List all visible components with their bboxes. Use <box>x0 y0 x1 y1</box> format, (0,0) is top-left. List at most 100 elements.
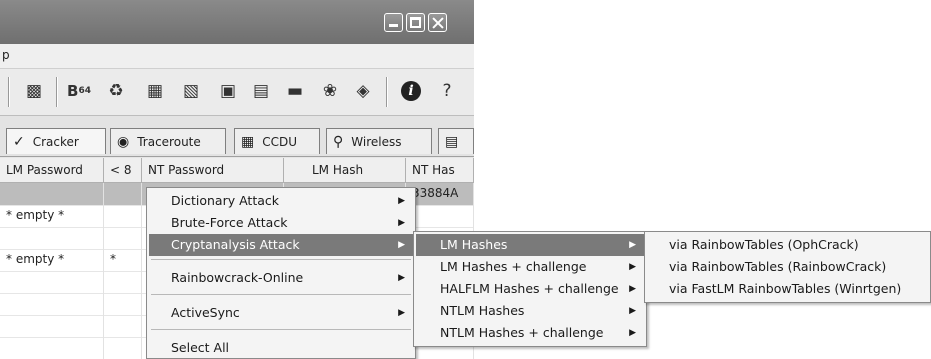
base64-subscript: 64 <box>78 86 91 96</box>
table-cell-lm-password: * empty * <box>0 249 104 271</box>
column-header[interactable]: NT Password <box>142 158 284 182</box>
lsa-icon[interactable]: ▦ <box>142 80 168 102</box>
network-icon[interactable]: ▩ <box>22 80 46 102</box>
submenu-arrow-icon: ▶ <box>629 262 636 272</box>
maximize-button[interactable] <box>406 13 425 32</box>
table-cell-lt8 <box>104 315 142 337</box>
tab-wireless[interactable]: ⚲ Wireless <box>326 128 432 154</box>
menu-item-lm-hashes[interactable]: LM Hashes ▶ <box>416 234 644 256</box>
tab-label: Wireless <box>351 134 402 149</box>
toolbar-separator <box>386 77 388 107</box>
column-header[interactable]: LM Password <box>0 158 104 182</box>
document-icon: ▤ <box>445 133 459 150</box>
tab-more[interactable]: ▤ <box>438 128 474 154</box>
menu-item-help[interactable]: p <box>2 48 10 62</box>
menu-item-label: via RainbowTables (RainbowCrack) <box>669 259 887 274</box>
table-cell-lt8 <box>104 205 142 227</box>
info-glyph: i <box>401 81 421 101</box>
table-cell-lm-password <box>0 227 104 249</box>
column-header[interactable]: < 8 <box>104 158 142 182</box>
tab-cracker[interactable]: ✓ Cracker <box>6 128 106 154</box>
base64-icon[interactable]: B 64 <box>64 80 94 102</box>
menu-item-label: via RainbowTables (OphCrack) <box>669 237 859 252</box>
toolbar-separator <box>56 77 58 107</box>
menu-item-brute-force-attack[interactable]: Brute-Force Attack ▶ <box>149 212 413 234</box>
menu-item-rainbowcrack-online[interactable]: Rainbowcrack-Online ▶ <box>149 267 413 289</box>
menu-item-halflm-hashes-challenge[interactable]: HALFLM Hashes + challenge ▶ <box>416 278 644 300</box>
submenu-arrow-icon: ▶ <box>629 328 636 338</box>
submenu-arrow-icon: ▶ <box>629 240 636 250</box>
close-button[interactable] <box>428 13 447 32</box>
menu-item-label: LM Hashes <box>440 237 508 252</box>
menu-item-label: HALFLM Hashes + challenge <box>440 281 619 296</box>
table-header: LM Password < 8 NT Password LM Hash NT H… <box>0 158 474 183</box>
table-cell-lm-password <box>0 271 104 293</box>
menu-item-via-winrtgen[interactable]: via FastLM RainbowTables (Winrtgen) <box>647 278 928 300</box>
menu-separator <box>151 329 411 330</box>
cache-icon[interactable]: ▤ <box>250 80 272 102</box>
menu-separator <box>151 259 411 260</box>
toolbar-separator <box>8 77 10 107</box>
lm-hashes-submenu: via RainbowTables (OphCrack) via Rainbow… <box>644 231 931 303</box>
menu-item-activesync[interactable]: ActiveSync ▶ <box>149 302 413 324</box>
menu-separator <box>151 294 411 295</box>
menu-item-label: NTLM Hashes + challenge <box>440 325 604 340</box>
table-cell-lt8 <box>104 227 142 249</box>
menu-item-ntlm-hashes-challenge[interactable]: NTLM Hashes + challenge ▶ <box>416 322 644 344</box>
toolbar: ▩ B 64 ♻ ▦ ▧ ▣ ▤ ▬ ❀ ◈ i ? <box>0 69 474 116</box>
table-cell-lm-password <box>0 183 104 205</box>
submenu-arrow-icon: ▶ <box>629 306 636 316</box>
table-cell-lm-password <box>0 293 104 315</box>
table-cell-lt8 <box>104 271 142 293</box>
menu-item-label: NTLM Hashes <box>440 303 525 318</box>
table-cell-lt8 <box>104 337 142 359</box>
password-icon[interactable]: ◈ <box>352 80 374 102</box>
scan-icon[interactable]: ♻ <box>104 80 128 102</box>
dialup-icon[interactable]: ▬ <box>282 80 308 102</box>
menu-item-label: Rainbowcrack-Online <box>171 270 304 285</box>
menu-bar: p <box>0 44 474 69</box>
hash-icon[interactable]: ▣ <box>216 80 240 102</box>
submenu-arrow-icon: ▶ <box>398 240 405 250</box>
column-header[interactable]: LM Hash <box>284 158 406 182</box>
table-cell-lt8 <box>104 293 142 315</box>
menu-item-label: LM Hashes + challenge <box>440 259 587 274</box>
base64-letter: B <box>67 82 79 100</box>
title-bar[interactable] <box>0 0 474 44</box>
submenu-arrow-icon: ▶ <box>398 308 405 318</box>
menu-item-label: Brute-Force Attack <box>171 215 288 230</box>
tab-traceroute[interactable]: ◉ Traceroute <box>110 128 226 154</box>
menu-item-select-all[interactable]: Select All <box>149 337 413 359</box>
menu-item-via-ophcrack[interactable]: via RainbowTables (OphCrack) <box>647 234 928 256</box>
help-icon[interactable]: ? <box>436 80 458 102</box>
tab-strip: ✓ Cracker ◉ Traceroute ▦ CCDU ⚲ Wireless… <box>0 116 474 157</box>
submenu-arrow-icon: ▶ <box>398 218 405 228</box>
context-menu: Dictionary Attack ▶ Brute-Force Attack ▶ C… <box>146 187 416 359</box>
help-glyph: ? <box>442 81 452 101</box>
menu-item-lm-hashes-challenge[interactable]: LM Hashes + challenge ▶ <box>416 256 644 278</box>
table-cell-lt8 <box>104 183 142 205</box>
menu-item-via-rainbowcrack[interactable]: via RainbowTables (RainbowCrack) <box>647 256 928 278</box>
info-icon[interactable]: i <box>398 80 424 102</box>
submenu-arrow-icon: ▶ <box>398 273 405 283</box>
submenu-arrow-icon: ▶ <box>629 284 636 294</box>
menu-item-dictionary-attack[interactable]: Dictionary Attack ▶ <box>149 190 413 212</box>
table-cell-lm-password: * empty * <box>0 205 104 227</box>
ccdu-icon: ▦ <box>241 133 255 150</box>
menu-item-label: Cryptanalysis Attack <box>171 237 300 252</box>
traceroute-icon: ◉ <box>117 133 130 150</box>
tab-label: Traceroute <box>137 134 201 149</box>
menu-item-label: ActiveSync <box>171 305 240 320</box>
menu-item-label: Select All <box>171 340 230 355</box>
menu-item-ntlm-hashes[interactable]: NTLM Hashes ▶ <box>416 300 644 322</box>
vpn-icon[interactable]: ▧ <box>178 80 204 102</box>
table-cell-lm-password <box>0 315 104 337</box>
menu-item-cryptanalysis-attack[interactable]: Cryptanalysis Attack ▶ <box>149 234 413 256</box>
route-icon[interactable]: ❀ <box>318 80 342 102</box>
menu-item-label: Dictionary Attack <box>171 193 279 208</box>
column-header[interactable]: NT Has <box>406 158 474 182</box>
tab-ccdu[interactable]: ▦ CCDU <box>234 128 320 154</box>
menu-item-label: via FastLM RainbowTables (Winrtgen) <box>669 281 902 296</box>
minimize-button[interactable] <box>384 13 403 32</box>
wireless-icon: ⚲ <box>333 133 344 150</box>
